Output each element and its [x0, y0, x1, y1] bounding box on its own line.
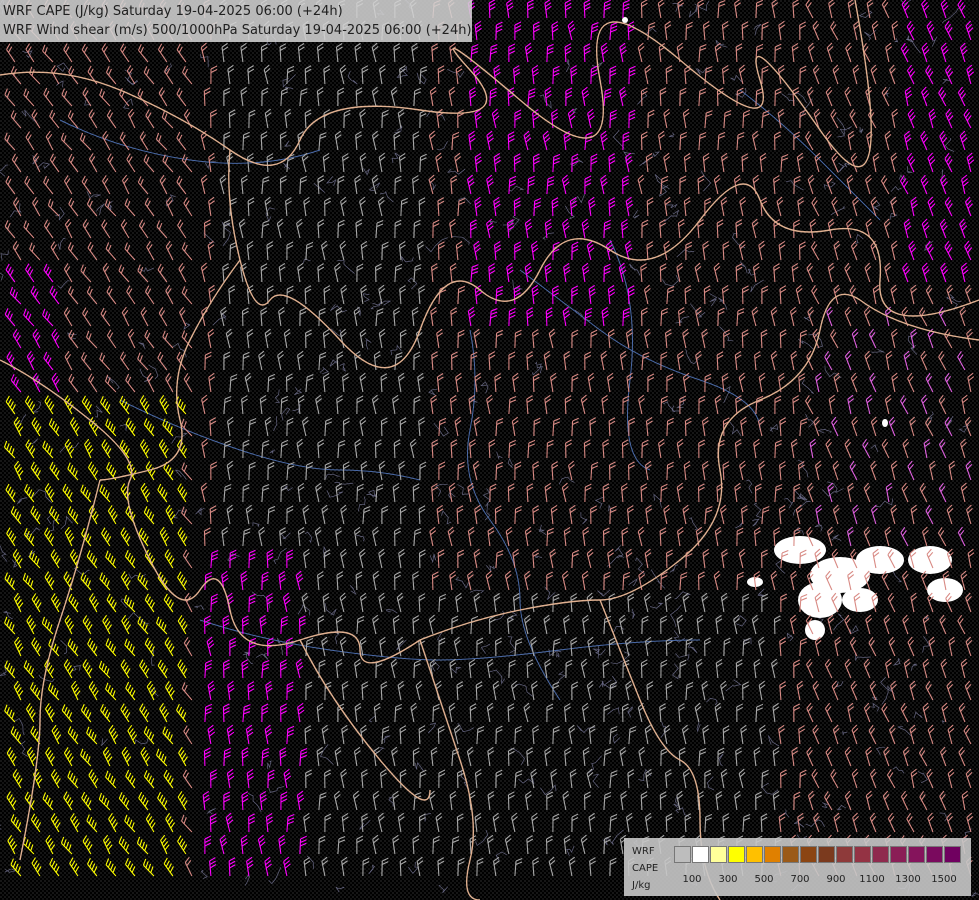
legend-tick-label: 500: [754, 874, 774, 885]
legend-swatch: [692, 846, 709, 863]
legend-tick-label: 1100: [859, 874, 885, 885]
legend-swatch: [764, 846, 781, 863]
legend-tick-label: 700: [790, 874, 810, 885]
cape-patch: [927, 578, 963, 602]
legend-swatch: [782, 846, 799, 863]
legend-swatch: [854, 846, 871, 863]
legend-swatch: [836, 846, 853, 863]
cape-legend: WRF CAPE J/kg 100 300 500 700 900 1100 1300 150…: [624, 838, 971, 896]
legend-tick-label: 100: [682, 874, 702, 885]
legend-tick-label: 1500: [931, 874, 957, 885]
legend-swatch: [908, 846, 925, 863]
title-wind-shear: WRF Wind shear (m/s) 500/1000hPa Saturda…: [3, 23, 472, 38]
legend-tick-label: 900: [826, 874, 846, 885]
legend-swatch: [872, 846, 889, 863]
legend-swatch: [728, 846, 745, 863]
weather-map: [0, 0, 979, 900]
legend-swatch: [890, 846, 907, 863]
legend-unit: J/kg: [632, 880, 651, 891]
legend-swatch: [944, 846, 961, 863]
legend-variable: CAPE: [632, 863, 659, 874]
legend-tick-label: 300: [718, 874, 738, 885]
legend-swatch: [674, 846, 691, 863]
legend-swatch: [818, 846, 835, 863]
legend-tick-label: 1300: [895, 874, 921, 885]
map-title-box: WRF CAPE (J/kg) Saturday 19-04-2025 06:0…: [0, 0, 472, 42]
legend-swatch: [710, 846, 727, 863]
legend-swatch: [800, 846, 817, 863]
cape-patch: [798, 582, 842, 618]
cape-patch: [856, 546, 904, 574]
cape-patch: [882, 419, 888, 427]
legend-model: WRF: [632, 846, 655, 857]
legend-swatch: [746, 846, 763, 863]
title-cape: WRF CAPE (J/kg) Saturday 19-04-2025 06:0…: [3, 4, 343, 19]
legend-swatch: [926, 846, 943, 863]
